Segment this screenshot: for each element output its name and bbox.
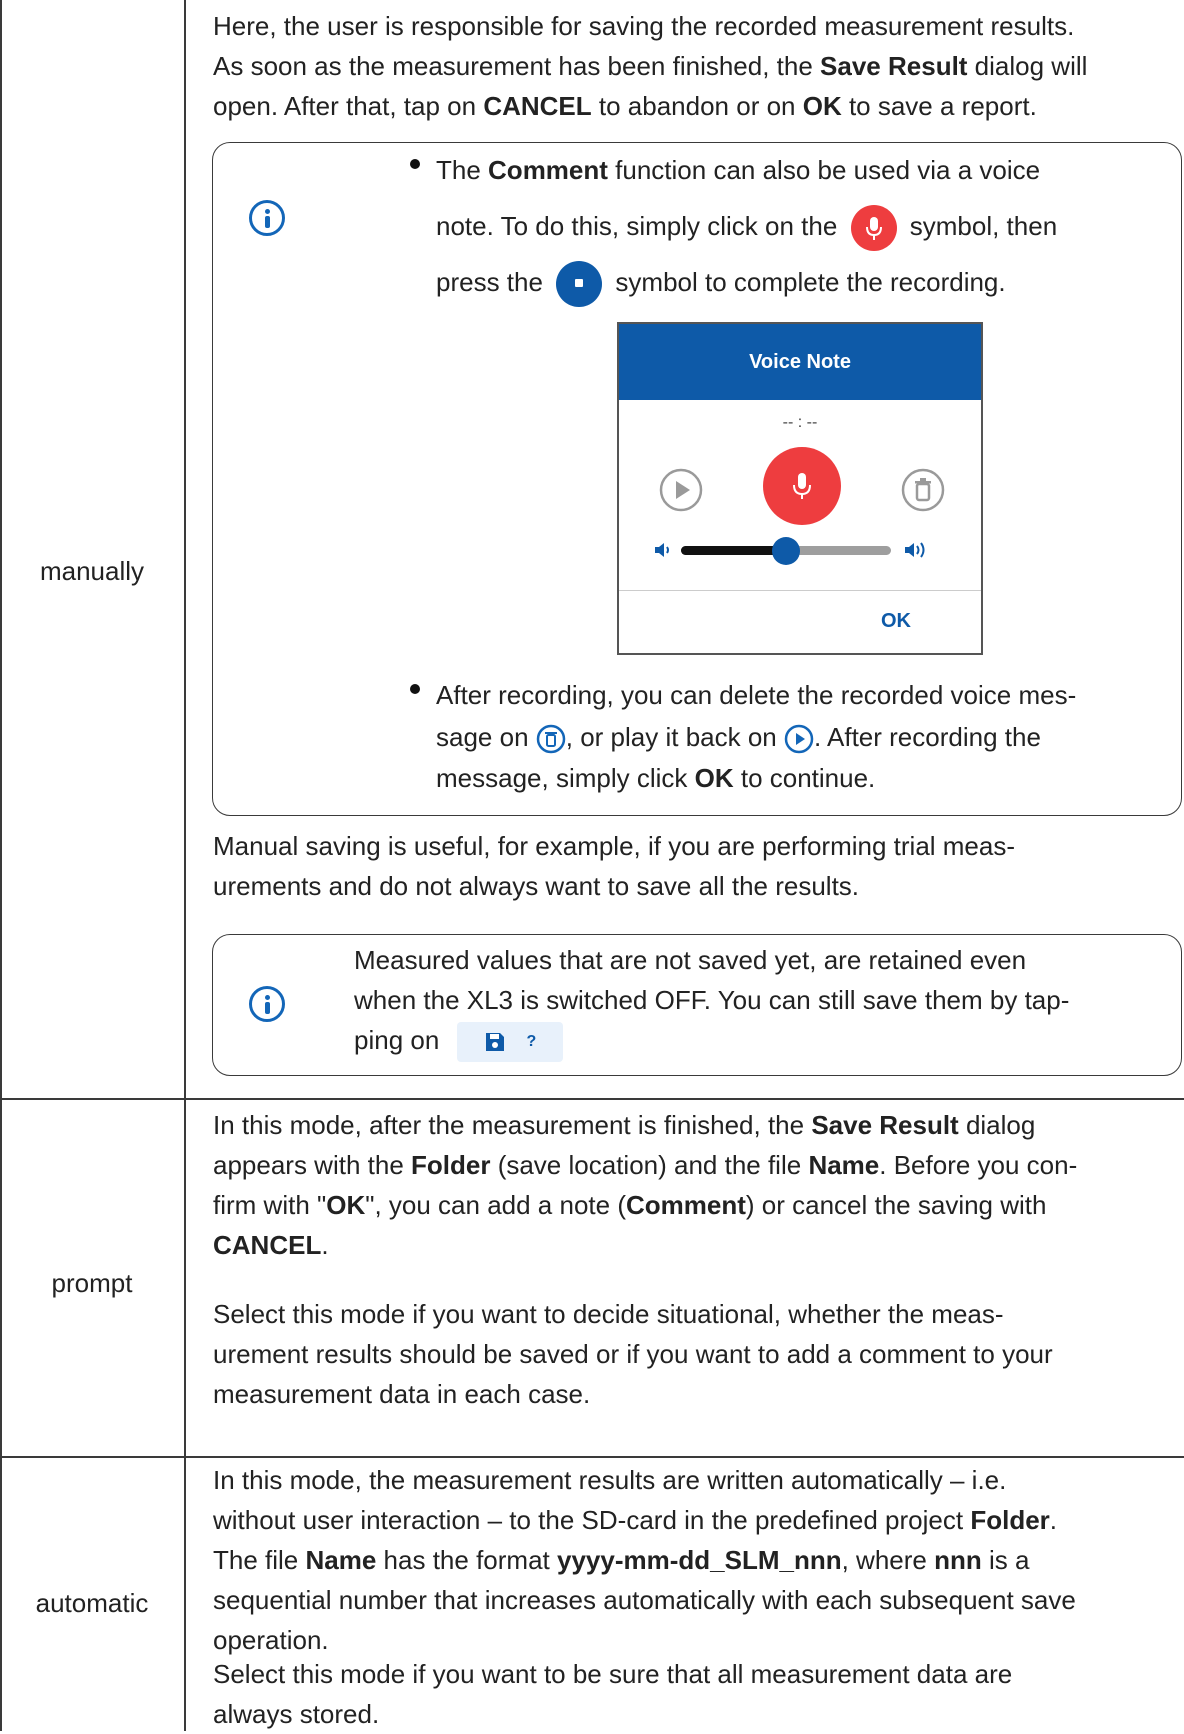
bullet-1-line-2: note. To do this, simply click on the sy… — [436, 205, 1057, 251]
manually-intro-line-2: As soon as the measurement has been fini… — [213, 51, 1088, 81]
floppy-disk-icon — [485, 1033, 504, 1052]
delete-button[interactable] — [901, 468, 945, 512]
table-column-divider — [184, 0, 186, 1731]
dialog-divider — [619, 590, 981, 591]
play-button[interactable] — [659, 468, 703, 512]
bullet-1-line-1: The Comment function can also be used vi… — [436, 155, 1041, 185]
unsaved-values-text: Measured values that are not saved yet, … — [354, 940, 1069, 1063]
microphone-icon — [850, 205, 897, 251]
play-icon — [784, 724, 814, 754]
manually-intro-line-3: open. After that, tap on CANCEL to aband… — [213, 91, 1037, 121]
bullet-2-line-2: sage on , or play it back on . After rec… — [436, 717, 1041, 757]
manually-intro: Here, the user is responsible for saving… — [213, 6, 1183, 126]
voice-note-dialog-title: Voice Note — [619, 324, 981, 400]
record-button[interactable] — [763, 447, 841, 525]
save-result-chip: ? — [456, 1022, 563, 1063]
manually-intro-line-1: Here, the user is responsible for saving… — [213, 11, 1075, 41]
microphone-icon — [793, 473, 811, 499]
voice-note-dialog: Voice Note -- : -- OK — [617, 322, 983, 655]
bullet-2 — [410, 684, 420, 694]
bullet-2-line-1: After recording, you can delete the reco… — [436, 680, 1077, 710]
volume-slider-thumb[interactable] — [772, 537, 800, 565]
row-label-manually: manually — [39, 556, 145, 586]
info-icon — [249, 986, 285, 1022]
volume-slider-fill — [681, 546, 786, 555]
table-row-divider-1 — [0, 1098, 1184, 1100]
stop-icon — [556, 261, 603, 307]
table-row-divider-2 — [0, 1456, 1184, 1458]
trash-icon — [901, 468, 945, 512]
row-label-prompt: prompt — [51, 1268, 133, 1298]
prompt-recommendation: Select this mode if you want to decide s… — [213, 1299, 1053, 1409]
info-icon — [249, 200, 285, 236]
bullet-1-line-3: press the symbol to complete the recordi… — [436, 261, 1006, 307]
automatic-recommendation: Select this mode if you want to be sure … — [213, 1659, 1013, 1729]
volume-low-icon — [653, 540, 673, 565]
trash-icon — [536, 724, 566, 754]
play-icon — [659, 468, 703, 512]
voice-note-ok-button[interactable]: OK — [881, 610, 911, 633]
manual-saving-text: Manual saving is useful, for example, if… — [213, 831, 1016, 901]
row-label-automatic: automatic — [35, 1588, 149, 1618]
volume-high-icon — [903, 539, 929, 566]
prompt-description: In this mode, after the measurement is f… — [213, 1110, 1078, 1260]
bullet-1 — [410, 159, 420, 169]
table-border-left — [0, 0, 2, 1731]
bullet-2-line-3: message, simply click OK to continue. — [436, 763, 876, 793]
automatic-description: In this mode, the measurement results ar… — [213, 1465, 1076, 1655]
recording-time: -- : -- — [782, 414, 818, 431]
